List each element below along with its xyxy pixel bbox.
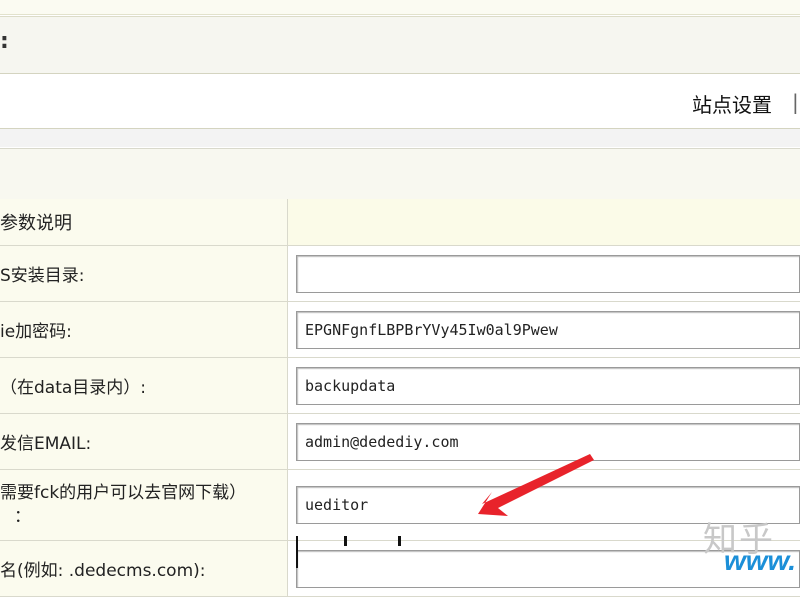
- backup-dir-input[interactable]: [296, 366, 800, 405]
- top-strip: [0, 0, 800, 15]
- row-label-line2: ：: [14, 507, 31, 527]
- row-label: 发信EMAIL:: [0, 434, 92, 454]
- table-row: （在data目录内）:: [0, 357, 800, 414]
- section-header-bar: [0, 148, 800, 200]
- row-label: ie加密码:: [0, 322, 72, 342]
- row-label: 需要fck的用户可以去官网下载）: [0, 483, 247, 503]
- install-dir-input[interactable]: [296, 254, 800, 293]
- table-row: 需要fck的用户可以去官网下载） ：: [0, 469, 800, 541]
- tab-separator: |: [792, 90, 799, 114]
- spacer: [0, 129, 800, 147]
- header-value-cell: [287, 199, 800, 246]
- text-cursor-artifact: [398, 536, 401, 546]
- row-label: 名(例如: .dedecms.com):: [0, 561, 206, 581]
- breadcrumb: :: [0, 16, 800, 74]
- table-row: ie加密码:: [0, 301, 800, 358]
- table-row: 名(例如: .dedecms.com):: [0, 540, 800, 597]
- header-label-cell: 参数说明: [0, 199, 288, 246]
- tab-site-settings[interactable]: 站点设置: [692, 89, 772, 118]
- table-row: S安装目录:: [0, 245, 800, 302]
- cookie-key-input[interactable]: [296, 310, 800, 349]
- text-cursor-artifact: [296, 536, 298, 568]
- header-label: 参数说明: [0, 213, 72, 234]
- breadcrumb-tail: :: [0, 29, 9, 54]
- table-row: 发信EMAIL:: [0, 413, 800, 470]
- watermark-www: www.: [724, 545, 797, 576]
- tab-bar: 站点设置 |: [0, 76, 800, 129]
- row-label: S安装目录:: [0, 266, 85, 286]
- row-label: （在data目录内）:: [0, 378, 147, 398]
- text-cursor-artifact: [344, 536, 347, 546]
- table-header-row: 参数说明: [0, 199, 800, 246]
- red-arrow-annotation: [478, 454, 594, 516]
